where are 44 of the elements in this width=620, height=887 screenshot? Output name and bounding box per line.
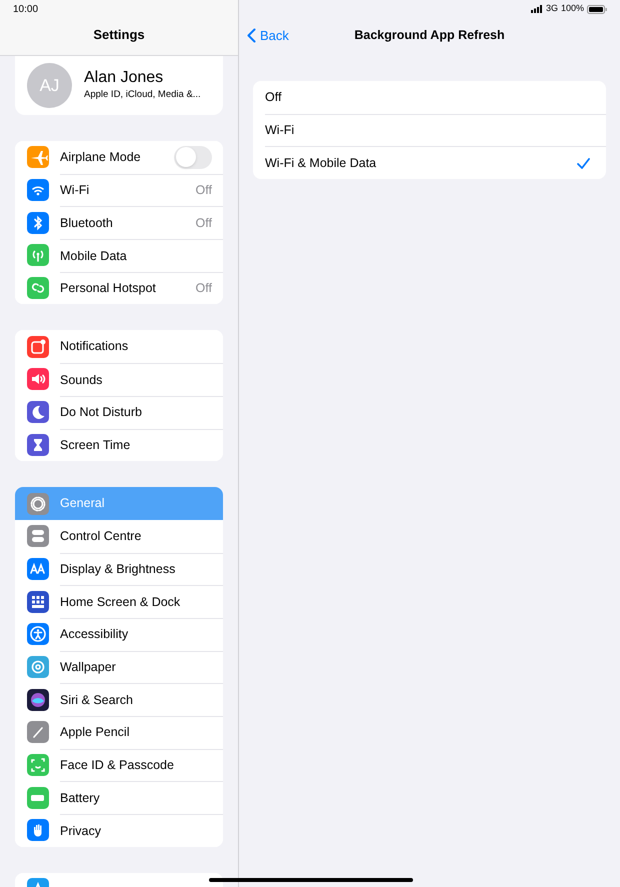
row-label: Sounds [60, 372, 102, 389]
row-label: Airplane Mode [60, 148, 141, 166]
row-label: Privacy [60, 822, 101, 840]
row-label: Display & Brightness [60, 561, 176, 578]
profile-subtitle: Apple ID, iCloud, Media &... [84, 88, 201, 102]
status-time: 10:00 [13, 2, 38, 16]
row-label: Accessibility [60, 626, 128, 644]
row-value: Off [196, 214, 212, 232]
option-row[interactable]: Wi-Fi & Mobile Data [265, 146, 606, 180]
battery-icon [587, 4, 607, 14]
chevron-left-icon [247, 28, 256, 43]
row-label: Home Screen & Dock [60, 594, 180, 611]
row-label: Wi-Fi [60, 182, 90, 200]
checkmark-icon [577, 158, 590, 169]
option-label: Off [265, 88, 282, 106]
row-value: Off [196, 280, 212, 298]
option-row[interactable]: Wi-Fi [265, 114, 606, 146]
network-label: 3G [546, 2, 558, 16]
row-label: Do Not Disturb [60, 404, 142, 422]
profile-card[interactable]: AJ Alan Jones Apple ID, iCloud, Media &... [15, 56, 223, 115]
row-value: Off [196, 182, 212, 200]
row-label: Control Centre [60, 528, 142, 545]
row-label: Mobile Data [60, 248, 127, 265]
row-label: Wallpaper [60, 659, 116, 676]
row-label: Siri & Search [60, 692, 133, 709]
row-label: Face ID & Passcode [60, 757, 174, 774]
sidebar-title: Settings [93, 26, 145, 44]
row-label: Notifications [60, 338, 128, 356]
option-label: Wi-Fi [265, 122, 294, 140]
row-label: Personal Hotspot [60, 280, 156, 298]
row-label: Apple Pencil [60, 724, 130, 742]
battery-percent: 100% [560, 2, 584, 16]
option-row[interactable]: Off [265, 81, 606, 114]
row-label: Bluetooth [60, 214, 113, 232]
row-label: General [60, 495, 104, 512]
row-label: Screen Time [60, 436, 130, 454]
page-title: Background App Refresh [354, 27, 505, 44]
toggle-switch[interactable] [174, 146, 212, 169]
avatar: AJ [27, 63, 72, 108]
option-label: Wi-Fi & Mobile Data [265, 154, 376, 172]
back-button[interactable]: Back [247, 26, 289, 45]
profile-name: Alan Jones [84, 68, 164, 88]
signal-icon [530, 5, 543, 13]
row-label: Battery [60, 790, 100, 807]
